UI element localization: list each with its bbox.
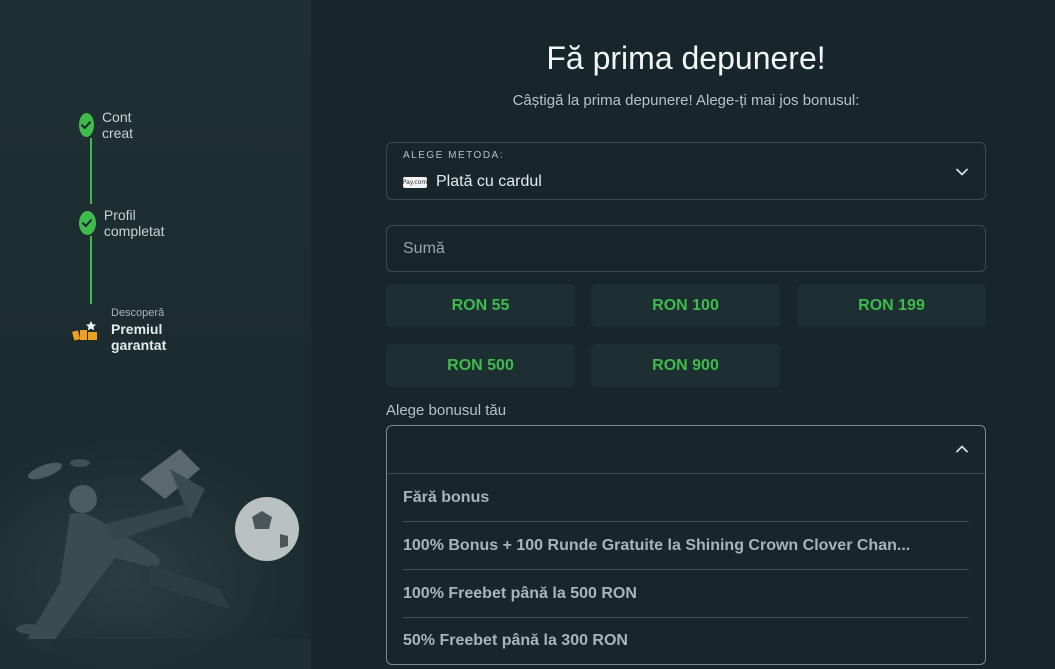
page-title: Fă prima depunere! <box>546 40 826 76</box>
amount-input[interactable] <box>386 225 986 272</box>
bonus-dropdown-list: Fără bonus 100% Bonus + 100 Runde Gratui… <box>386 473 986 665</box>
bonus-select[interactable] <box>386 425 986 473</box>
check-icon <box>79 113 94 137</box>
amount-chip-55[interactable]: RON 55 <box>386 284 575 327</box>
deposit-panel: Fă prima depunere! Câștigă la prima depu… <box>311 0 1055 669</box>
chevron-down-icon <box>956 168 968 176</box>
amount-chip-199[interactable]: RON 199 <box>797 284 986 327</box>
gift-icon <box>72 318 102 342</box>
amount-chip-900[interactable]: RON 900 <box>591 344 780 387</box>
payment-method-value: Plată cu cardul <box>436 173 542 190</box>
step-reward: Descoperă Premiul garantat <box>72 307 166 353</box>
bonus-option[interactable]: 100% Bonus + 100 Runde Gratuite la Shini… <box>403 522 969 570</box>
check-icon <box>79 211 96 235</box>
step-label: Profil completat <box>103 207 165 239</box>
bonus-option[interactable]: Fără bonus <box>403 474 969 522</box>
amount-chip-500[interactable]: RON 500 <box>386 344 575 387</box>
progress-sidebar: Cont creat Profil completat Descoperă Pr… <box>0 0 311 669</box>
footballer-illustration <box>0 439 311 669</box>
pay-logo-icon: Pay.com <box>402 176 428 188</box>
bonus-label: Alege bonusul tău <box>386 402 507 419</box>
step-profile-completed: Profil completat <box>72 207 172 239</box>
page-subtitle: Câștigă la prima depunere! Alege-ți mai … <box>512 92 860 109</box>
step-account-created: Cont creat <box>72 109 142 141</box>
amount-chip-100[interactable]: RON 100 <box>591 284 780 327</box>
bonus-option[interactable]: 50% Freebet până la 300 RON <box>403 617 969 665</box>
payment-method-caption: ALEGE METODA: <box>403 150 505 161</box>
step-label: Cont creat <box>101 109 134 141</box>
payment-method-select[interactable]: ALEGE METODA: Pay.com Plată cu cardul <box>386 142 986 200</box>
progress-line-2 <box>90 236 92 304</box>
bonus-option[interactable]: 100% Freebet până la 500 RON <box>403 570 969 618</box>
reward-title: Premiul garantat <box>111 321 167 353</box>
chevron-up-icon <box>956 445 968 453</box>
reward-caption: Descoperă <box>111 307 165 319</box>
progress-line-1 <box>90 138 92 204</box>
